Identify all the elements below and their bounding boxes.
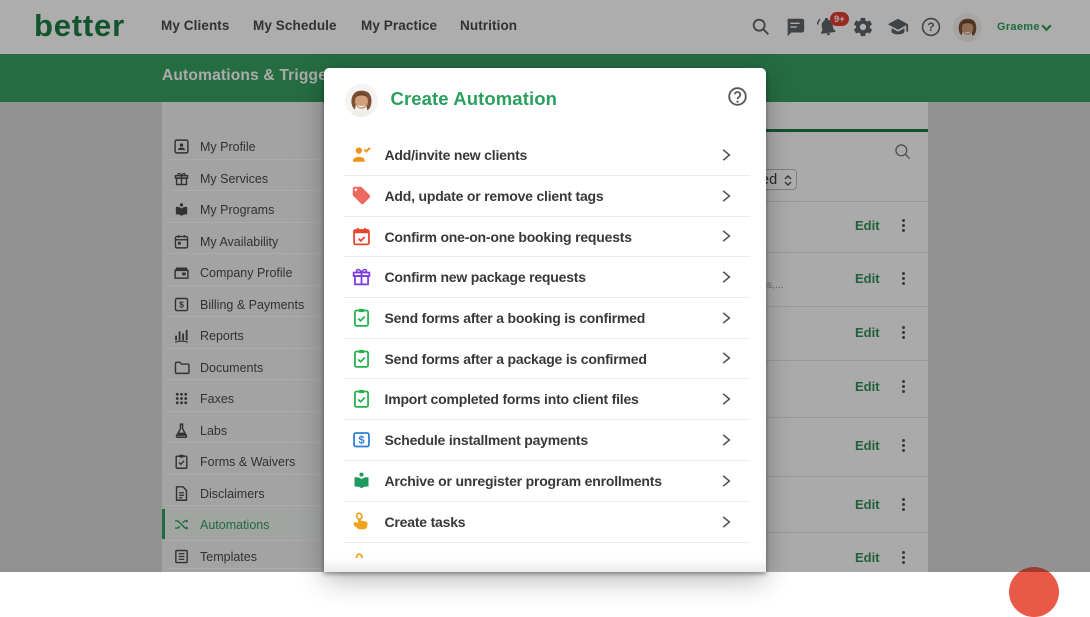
svg-text:$: $	[358, 435, 364, 447]
